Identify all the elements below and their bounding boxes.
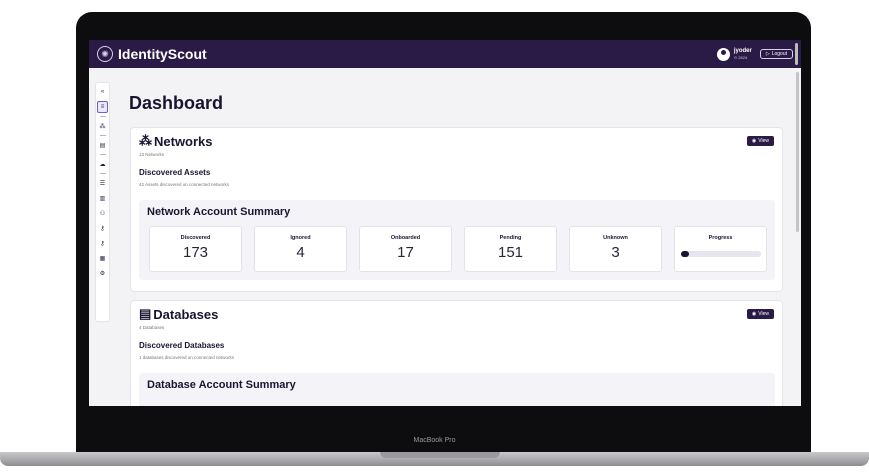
- stat-value: 151: [497, 244, 524, 261]
- summary-title: Network Account Summary: [147, 206, 291, 218]
- stat-label: Discovered: [180, 235, 211, 241]
- discovered-assets-desc: 42 Assets discovered on connected networ…: [139, 182, 230, 187]
- network-icon: ⁂: [139, 133, 152, 148]
- eye-icon: ◉: [751, 311, 757, 317]
- stat-progress: Progress: [674, 226, 767, 272]
- databases-count: 4 Databases: [139, 325, 165, 330]
- settings-icon[interactable]: ⚙: [97, 267, 108, 279]
- user-avatar-icon[interactable]: [716, 47, 730, 61]
- summary-title: Database Account Summary: [147, 379, 296, 391]
- databases-title: ▤ Databases: [139, 306, 219, 322]
- user-info[interactable]: jyoder ⊙ 2624: [734, 48, 752, 60]
- key-alt-icon[interactable]: ⚷: [97, 237, 108, 249]
- stat-unknown: Unknown 3: [569, 226, 662, 272]
- network-icon[interactable]: ⁂: [97, 120, 108, 132]
- list-icon[interactable]: ☰: [97, 177, 108, 189]
- discovered-assets-title: Discovered Assets: [139, 168, 211, 177]
- logout-icon: ▷: [765, 51, 770, 57]
- calendar-icon[interactable]: ▦: [97, 252, 108, 264]
- dashboard-icon[interactable]: ≡: [97, 101, 108, 113]
- stat-label: Pending: [499, 235, 522, 241]
- stat-label: Ignored: [290, 235, 311, 241]
- stat-value: 3: [611, 244, 620, 261]
- device-label: MacBook Pro: [413, 437, 456, 444]
- stat-onboarded: Onboarded 17: [359, 226, 452, 272]
- user-name: jyoder: [733, 48, 752, 54]
- logout-label: Logout: [771, 51, 787, 57]
- networks-card: ⁂ Networks 13 Networks ◉ View Discovered…: [130, 127, 783, 292]
- stat-pending: Pending 151: [464, 226, 557, 272]
- stat-discovered: Discovered 173: [149, 226, 242, 272]
- progress-fill: [681, 251, 689, 257]
- sidebar-divider: [99, 116, 106, 117]
- sidebar-divider: [99, 173, 106, 174]
- sidebar-divider: [99, 135, 106, 136]
- stat-value: 17: [397, 244, 414, 261]
- cloud-icon[interactable]: ☁: [97, 158, 108, 170]
- networks-count: 13 Networks: [139, 152, 165, 157]
- networks-view-button[interactable]: ◉ View: [746, 136, 774, 146]
- page-title: Dashboard: [129, 93, 224, 113]
- user-id: ⊙ 2624: [733, 55, 748, 60]
- database-icon[interactable]: ▤: [97, 139, 108, 151]
- eye-icon: ◉: [751, 138, 757, 144]
- database-account-summary: Database Account Summary: [139, 373, 775, 406]
- logout-button[interactable]: ▷ Logout: [759, 49, 793, 59]
- key-icon[interactable]: ⚷: [97, 222, 108, 234]
- database-icon: ▤: [139, 306, 152, 321]
- stat-label: Unknown: [603, 235, 628, 241]
- collapse-icon[interactable]: «: [97, 86, 108, 98]
- app-screen: ✺ IdentityScout jyoder ⊙ 2624 ▷ Logout «…: [89, 40, 801, 406]
- laptop-notch: [380, 452, 500, 458]
- sidebar-divider: [99, 154, 106, 155]
- logo-icon: ✺: [97, 46, 113, 62]
- network-account-summary: Network Account Summary Discovered 173 I…: [139, 200, 775, 280]
- stat-ignored: Ignored 4: [254, 226, 347, 272]
- networks-title: ⁂ Networks: [139, 133, 213, 149]
- stat-label: Onboarded: [390, 235, 421, 241]
- discovered-databases-title: Discovered Databases: [139, 341, 225, 350]
- stat-value: 173: [182, 244, 209, 261]
- progress-bar: [681, 251, 761, 257]
- databases-view-button[interactable]: ◉ View: [746, 309, 774, 319]
- discovered-databases-desc: 1 databases discovered on connected netw…: [139, 355, 235, 360]
- top-bar: ✺ IdentityScout jyoder ⊙ 2624 ▷ Logout: [89, 40, 801, 68]
- window-scrollbar[interactable]: [795, 43, 798, 65]
- document-icon[interactable]: ▥: [97, 192, 108, 204]
- user-icon[interactable]: ⚇: [97, 207, 108, 219]
- databases-card: ▤ Databases 4 Databases ◉ View Discovere…: [130, 300, 783, 406]
- brand-name: IdentityScout: [118, 46, 207, 62]
- main-scrollbar[interactable]: [796, 72, 799, 232]
- stat-label: Progress: [708, 235, 733, 241]
- sidebar: « ≡ ⁂ ▤ ☁ ☰ ▥ ⚇ ⚷ ⚷ ▦ ⚙: [95, 82, 110, 322]
- stat-value: 4: [296, 244, 305, 261]
